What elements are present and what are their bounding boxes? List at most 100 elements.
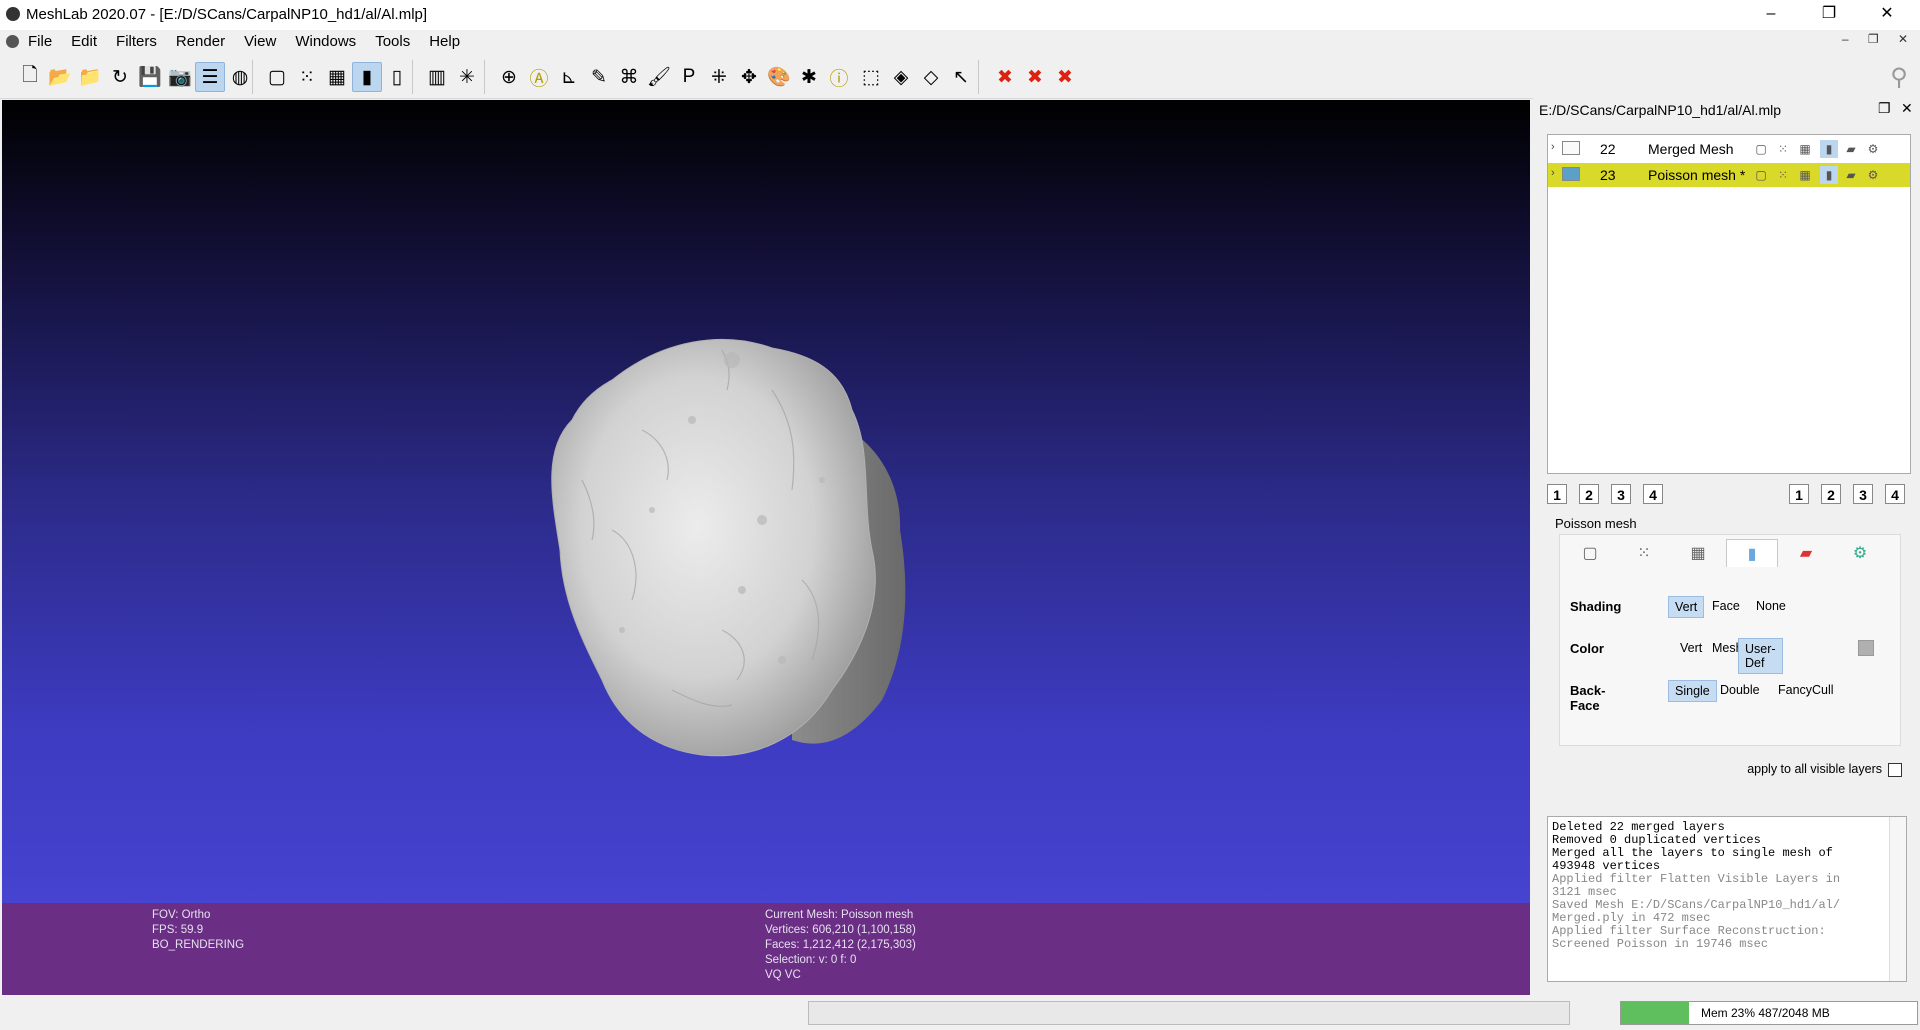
option-cull[interactable]: Cull (1806, 680, 1840, 700)
option-face[interactable]: Face (1706, 596, 1746, 616)
apply-all-checkbox[interactable] (1888, 762, 1902, 777)
layer-row[interactable]: › 23 Poisson mesh * ▢ ⁙ ▦ ▮ ▰ ⚙ (1548, 163, 1910, 187)
brush-icon[interactable]: 🖌 (644, 62, 674, 92)
export-mesh-icon[interactable]: 💾 (135, 62, 165, 92)
visibility-eye-icon[interactable] (1562, 167, 1580, 181)
raster-icon[interactable]: ◍ (225, 62, 255, 92)
bbox-icon[interactable]: ▢ (262, 62, 292, 92)
layer-render-toggle-icon[interactable]: ▮ (1820, 140, 1838, 158)
smooth-icon[interactable]: ▯ (382, 62, 412, 92)
new-project-icon[interactable]: 🗋 (15, 62, 45, 92)
view-preset-button[interactable]: 2 (1821, 484, 1841, 504)
layer-row[interactable]: › 22 Merged Mesh ▢ ⁙ ▦ ▮ ▰ ⚙ (1548, 137, 1910, 161)
layer-list: › 22 Merged Mesh ▢ ⁙ ▦ ▮ ▰ ⚙ › 23 Poisson mesh * ▢ ⁙ ▦… (1547, 134, 1911, 474)
layer-render-toggle-icon[interactable]: ▦ (1796, 166, 1814, 184)
tab-bbox-icon[interactable]: ▢ (1564, 539, 1616, 567)
delete-faces-icon[interactable]: ✖ (1020, 62, 1050, 92)
align-icon[interactable]: ⌘ (614, 62, 644, 92)
layer-render-toggle-icon[interactable]: ▰ (1842, 166, 1860, 184)
layer-render-toggle-icon[interactable]: ⁙ (1774, 166, 1792, 184)
search-icon[interactable]: ⚲ (1884, 62, 1914, 92)
layer-render-toggle-icon[interactable]: ▢ (1752, 166, 1770, 184)
option-double[interactable]: Double (1714, 680, 1766, 700)
select-connected-icon[interactable]: ◈ (886, 62, 916, 92)
menu-render[interactable]: Render (176, 33, 225, 50)
select-z-icon[interactable]: ◇ (916, 62, 946, 92)
option-vert[interactable]: Vert (1674, 638, 1708, 658)
layers-icon[interactable]: ☰ (195, 62, 225, 92)
import-mesh-icon[interactable]: 📁 (75, 62, 105, 92)
layer-render-toggle-icon[interactable]: ▢ (1752, 140, 1770, 158)
layer-render-toggle-icon[interactable]: ▦ (1796, 140, 1814, 158)
minimize-button[interactable]: – (1742, 0, 1800, 30)
close-button[interactable]: ✕ (1858, 0, 1916, 30)
menu-help[interactable]: Help (429, 33, 460, 50)
flat-lines-icon[interactable]: ▮ (352, 62, 382, 92)
info-icon[interactable]: ⓘ (824, 62, 854, 92)
georef-icon[interactable]: ✱ (794, 62, 824, 92)
menu-filters[interactable]: Filters (116, 33, 157, 50)
menu-items: File Edit Filters Render View Windows Tools Hel… (28, 33, 479, 50)
select-faces-icon[interactable]: ⬚ (856, 62, 886, 92)
view-preset-button[interactable]: 1 (1789, 484, 1809, 504)
close-panel-icon[interactable]: ✕ (1901, 100, 1913, 117)
mesh-info: Current Mesh: Poisson mesh Vertices: 606,… (765, 908, 916, 983)
layer-render-toggle-icon[interactable]: ▮ (1820, 166, 1838, 184)
menu-tools[interactable]: Tools (375, 33, 410, 50)
delete-vertices-icon[interactable]: ✖ (990, 62, 1020, 92)
layer-render-toggle-icon[interactable]: ⚙ (1864, 140, 1882, 158)
paint-color-icon[interactable]: 🎨 (764, 62, 794, 92)
tab-points-icon[interactable]: ⁙ (1618, 539, 1670, 567)
expand-arrow-icon[interactable]: › (1551, 167, 1555, 179)
tab-extra-icon[interactable]: ⚙ (1834, 539, 1886, 567)
render-info-line: FOV: Ortho (152, 909, 211, 921)
layer-render-toggle-icon[interactable]: ⚙ (1864, 166, 1882, 184)
tab-wireframe-icon[interactable]: ▦ (1672, 539, 1724, 567)
user-color-swatch[interactable] (1858, 640, 1874, 656)
open-project-icon[interactable]: 📂 (45, 62, 75, 92)
points-icon[interactable]: ⁙ (292, 62, 322, 92)
manipulator-icon[interactable]: ✥ (734, 62, 764, 92)
delete-all-icon[interactable]: ✖ (1050, 62, 1080, 92)
render-info: FOV: Ortho FPS: 59.9 BO_RENDERING (152, 908, 244, 953)
texture-icon[interactable]: ▥ (422, 62, 452, 92)
menu-view[interactable]: View (244, 33, 276, 50)
view-preset-button[interactable]: 3 (1611, 484, 1631, 504)
view-preset-button[interactable]: 4 (1885, 484, 1905, 504)
menu-edit[interactable]: Edit (71, 33, 97, 50)
menu-file[interactable]: File (28, 33, 52, 50)
layer-render-toggle-icon[interactable]: ⁙ (1774, 140, 1792, 158)
select-vertices-icon[interactable]: ⁜ (704, 62, 734, 92)
reload-icon[interactable]: ↻ (105, 62, 135, 92)
expand-arrow-icon[interactable]: › (1551, 141, 1555, 153)
mdi-controls[interactable]: – ❐ ✕ (1842, 32, 1916, 46)
float-panel-icon[interactable]: ❐ (1878, 100, 1891, 117)
3d-viewport[interactable]: FOV: Ortho FPS: 59.9 BO_RENDERING Current … (2, 100, 1530, 995)
option-none[interactable]: None (1750, 596, 1792, 616)
label-icon[interactable]: Ⓐ (524, 62, 554, 92)
paint-icon[interactable]: ✎ (584, 62, 614, 92)
view-preset-button[interactable]: 3 (1853, 484, 1873, 504)
view-preset-button[interactable]: 4 (1643, 484, 1663, 504)
view-preset-button[interactable]: 1 (1547, 484, 1567, 504)
wireframe-icon[interactable]: ▦ (322, 62, 352, 92)
axis-icon[interactable]: ✳ (452, 62, 482, 92)
menu-windows[interactable]: Windows (295, 33, 356, 50)
measure-icon[interactable]: ⊾ (554, 62, 584, 92)
tab-texture-icon[interactable]: ▰ (1780, 539, 1832, 567)
log-scrollbar[interactable] (1889, 817, 1906, 981)
trackball-icon[interactable]: ⊕ (494, 62, 524, 92)
view-preset-button[interactable]: 2 (1579, 484, 1599, 504)
option-single[interactable]: Single (1668, 680, 1717, 702)
visibility-eye-icon[interactable] (1562, 141, 1580, 155)
snapshot-icon[interactable]: 📷 (165, 62, 195, 92)
tab-solid-icon[interactable]: ▮ (1726, 539, 1778, 567)
option-vert[interactable]: Vert (1668, 596, 1705, 618)
layer-render-toggle-icon[interactable]: ▰ (1842, 140, 1860, 158)
pickpoints-icon[interactable]: P (674, 62, 704, 92)
maximize-button[interactable]: ❐ (1800, 0, 1858, 30)
option-user-def[interactable]: User-Def (1738, 638, 1783, 674)
app-menu-icon[interactable] (6, 35, 19, 48)
select-pointer-icon[interactable]: ↖ (946, 62, 976, 92)
window-title: MeshLab 2020.07 - [E:/D/SCans/CarpalNP10… (26, 6, 428, 23)
